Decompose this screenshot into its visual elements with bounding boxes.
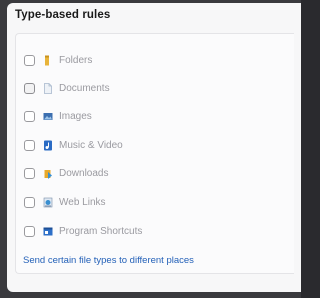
- downloads-icon: [43, 168, 53, 179]
- rule-label: Downloads: [59, 167, 109, 179]
- rule-label: Images: [59, 110, 92, 122]
- rule-row-program-shortcuts[interactable]: Program Shortcuts: [24, 222, 142, 240]
- web-links-icon: [43, 197, 53, 208]
- program-shortcuts-checkbox[interactable]: [24, 225, 35, 237]
- section-title: Type-based rules: [15, 9, 111, 21]
- rule-row-music-video[interactable]: Music & Video: [24, 136, 123, 154]
- music-video-icon: [43, 140, 53, 151]
- web-links-checkbox[interactable]: [24, 196, 35, 208]
- rule-label: Folders: [59, 54, 93, 66]
- rule-row-web-links[interactable]: Web Links: [24, 193, 106, 211]
- program-shortcuts-icon: [43, 226, 53, 237]
- documents-checkbox[interactable]: [24, 82, 35, 94]
- rule-label: Program Shortcuts: [59, 225, 143, 237]
- rule-label: Web Links: [59, 196, 106, 208]
- rule-label: Documents: [59, 82, 110, 94]
- rule-row-folders[interactable]: Folders: [24, 51, 92, 69]
- image-icon: [43, 111, 53, 122]
- rule-label: Music & Video: [59, 139, 123, 151]
- rule-row-documents[interactable]: Documents: [24, 79, 110, 97]
- send-file-types-link[interactable]: Send certain file types to different pla…: [23, 255, 194, 266]
- document-icon: [43, 82, 53, 94]
- folder-icon: [43, 55, 53, 66]
- rule-row-images[interactable]: Images: [24, 107, 92, 125]
- folders-checkbox[interactable]: [24, 54, 35, 66]
- window: Type-based rules Folders Documents Image…: [0, 0, 301, 298]
- downloads-checkbox[interactable]: [24, 167, 35, 179]
- music-video-checkbox[interactable]: [24, 139, 35, 151]
- rule-row-downloads[interactable]: Downloads: [24, 164, 108, 182]
- images-checkbox[interactable]: [24, 110, 35, 122]
